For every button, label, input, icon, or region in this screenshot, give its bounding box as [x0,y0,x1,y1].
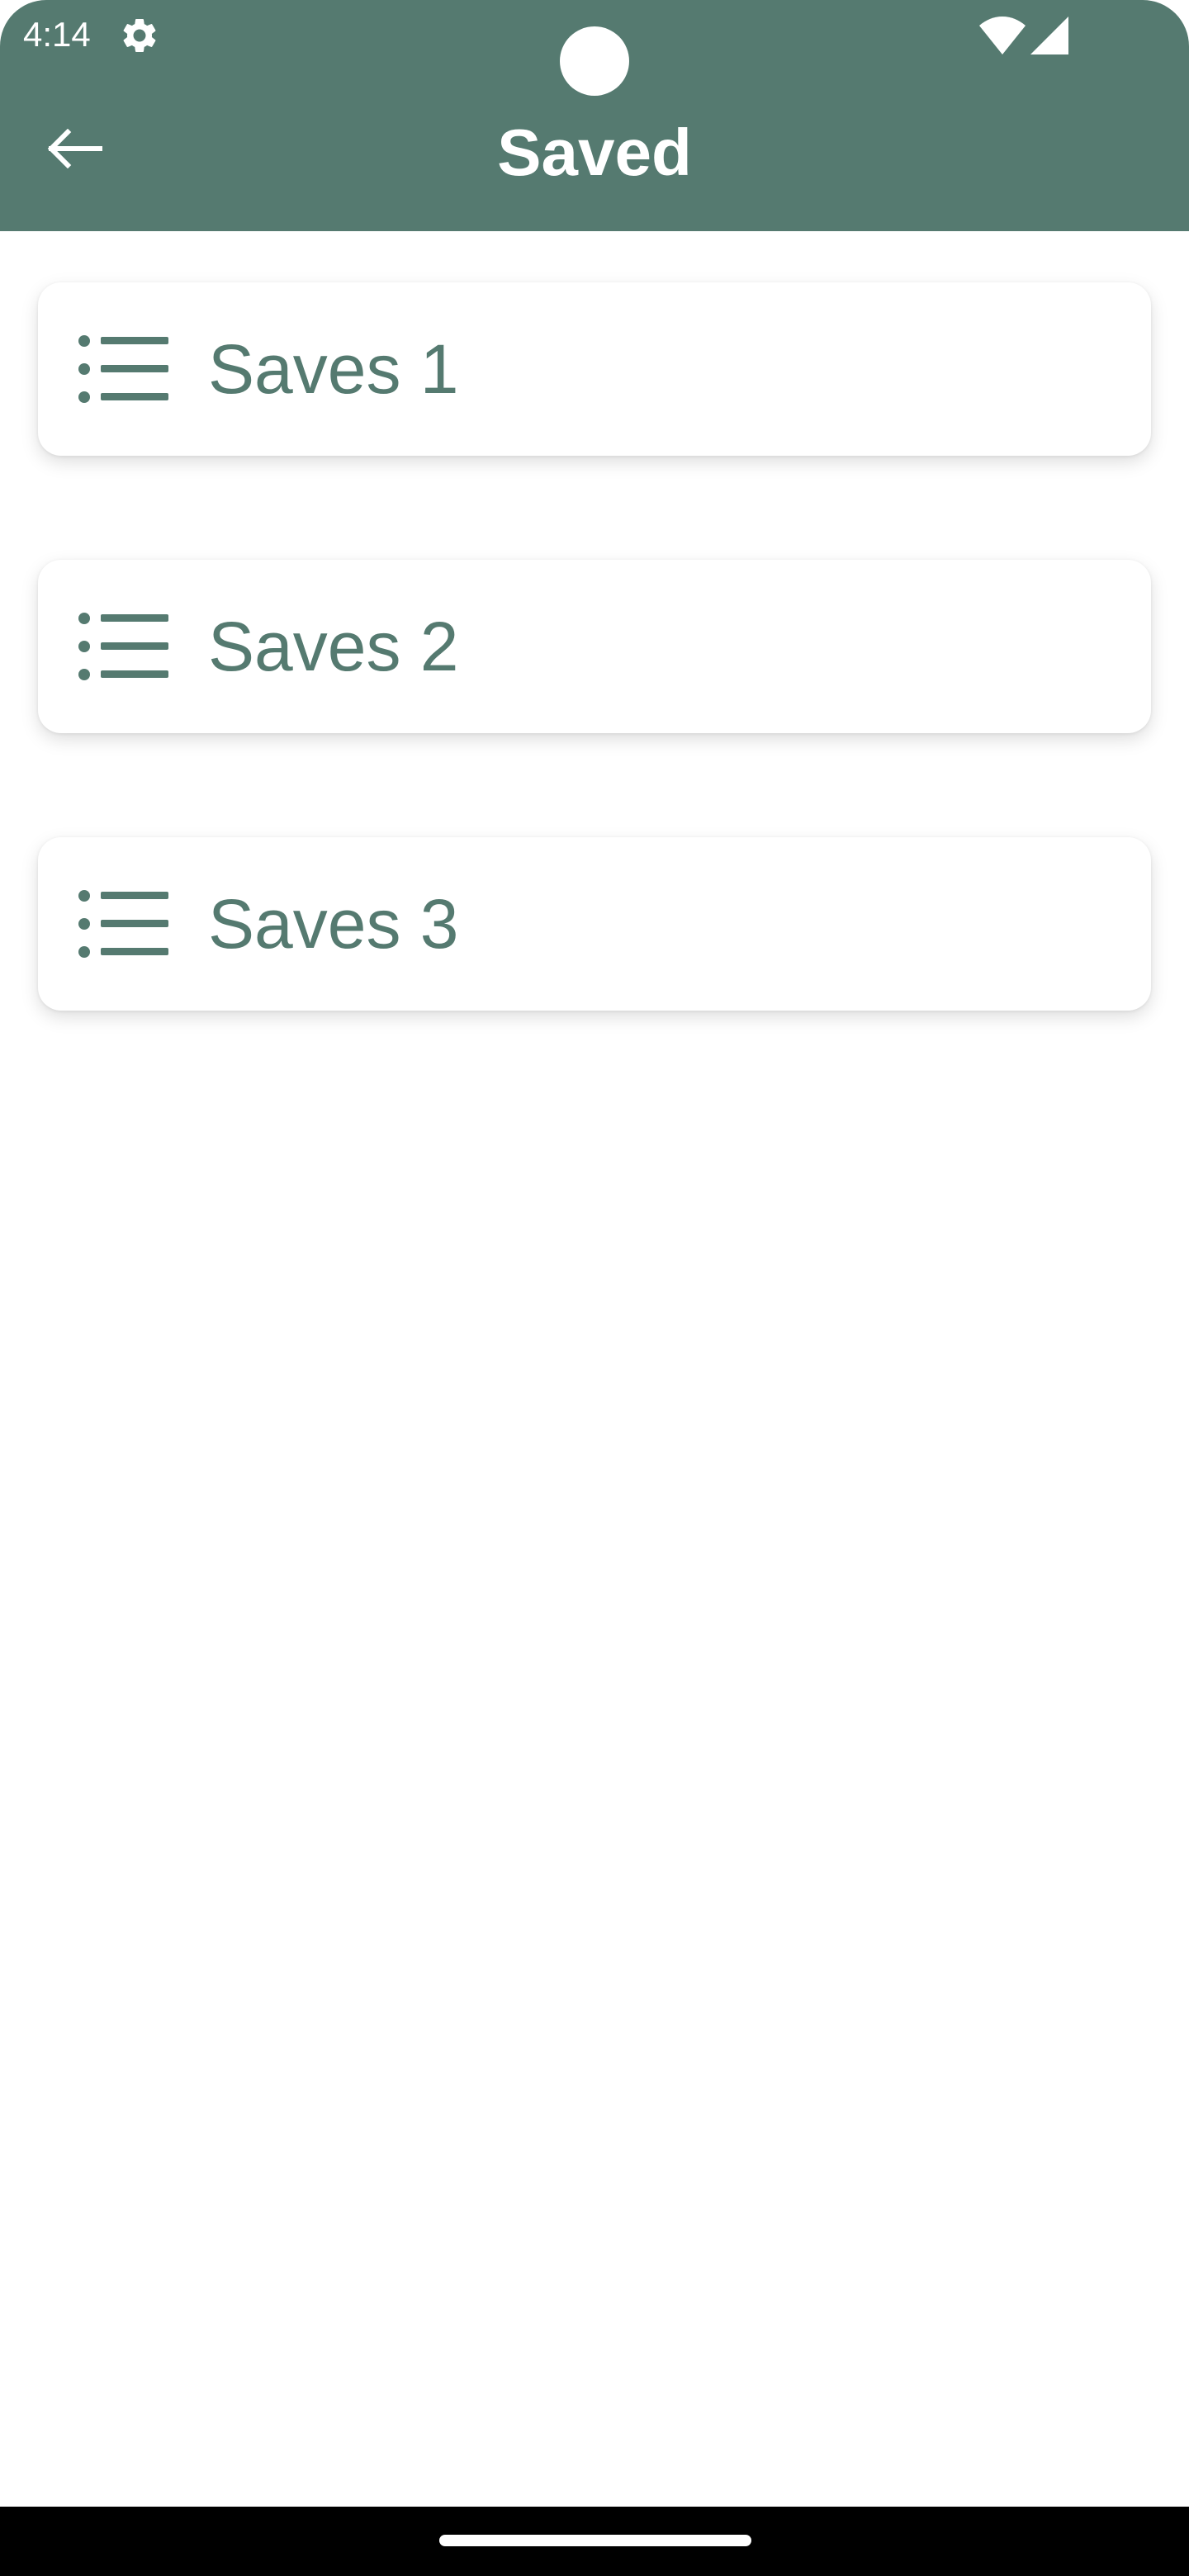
save-item-label: Saves 1 [208,330,459,408]
save-item-1[interactable]: Saves 1 [38,282,1151,456]
page-title: Saved [497,116,692,189]
signal-icon [1030,17,1068,54]
list-icon [78,335,168,403]
save-item-label: Saves 2 [208,608,459,685]
list-icon [78,613,168,680]
list-icon [78,890,168,958]
save-item-label: Saves 3 [208,885,459,963]
save-item-3[interactable]: Saves 3 [38,837,1151,1011]
status-time: 4:14 [23,15,91,54]
saves-list: Saves 1 Saves 2 Saves 3 [38,282,1151,1115]
save-item-2[interactable]: Saves 2 [38,560,1151,733]
camera-cutout [560,26,629,96]
app-header: 4:14 Saved [0,0,1189,231]
gear-icon [123,18,156,52]
arrow-left-icon [47,129,102,168]
back-button[interactable] [33,107,116,190]
screen: 4:14 Saved Saves 1 Saves 2 Saves 3 [0,0,1189,2576]
wifi-icon [979,17,1026,54]
home-gesture-handle[interactable] [439,2535,751,2546]
